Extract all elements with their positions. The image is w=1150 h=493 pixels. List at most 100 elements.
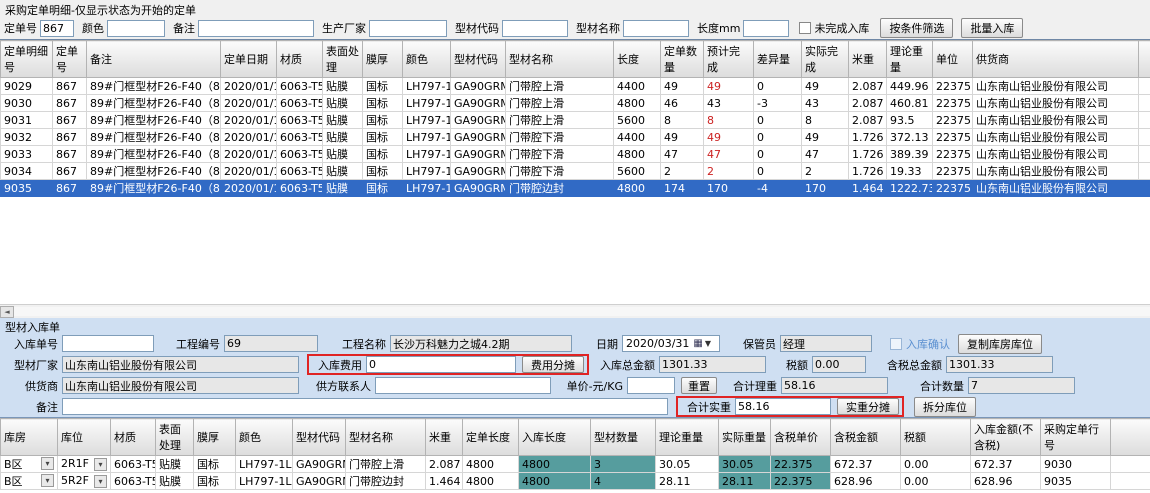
inbound-row-cell[interactable]: B区▾: [1, 456, 58, 473]
order-row-cell[interactable]: 4800: [614, 95, 661, 112]
order-row-cell[interactable]: 国标: [363, 95, 403, 112]
order-row-cell[interactable]: 1.726: [849, 163, 887, 180]
inbound-row-cell[interactable]: 30.05: [656, 456, 719, 473]
order-row-cell[interactable]: 9032: [1, 129, 53, 146]
order-row-cell[interactable]: 49: [661, 129, 704, 146]
order-row-cell[interactable]: 贴膜: [323, 180, 363, 197]
order-row-cell[interactable]: 8: [802, 112, 849, 129]
inbound-row[interactable]: B区▾2R1F▾6063-T5贴膜国标LH797-1LL0GA90GRM03门带…: [1, 456, 1150, 473]
order-row-cell[interactable]: 0: [754, 112, 802, 129]
order-row-cell[interactable]: 22375: [933, 95, 973, 112]
order-row-cell[interactable]: 2.087: [849, 95, 887, 112]
length-input[interactable]: [743, 20, 789, 37]
order-row-cell[interactable]: 22375: [933, 112, 973, 129]
dropdown-icon[interactable]: ▾: [41, 457, 54, 470]
reset-button[interactable]: 重置: [681, 377, 717, 394]
inbound-row-cell[interactable]: 2R1F▾: [58, 456, 111, 473]
project-name-input[interactable]: [390, 335, 572, 352]
order-row-cell[interactable]: 门带腔下滑: [506, 146, 614, 163]
inbound-row-cell[interactable]: 628.96: [831, 473, 901, 490]
unfinished-checkbox[interactable]: [799, 22, 811, 34]
profile-code-input[interactable]: [502, 20, 568, 37]
inbound-row-cell[interactable]: GA90GRM05: [293, 473, 346, 490]
order-row-cell[interactable]: LH797-1LL0: [403, 112, 451, 129]
total-with-tax-input[interactable]: [946, 356, 1053, 373]
order-row-cell[interactable]: 49: [802, 129, 849, 146]
order-row-cell[interactable]: 49: [802, 78, 849, 95]
order-row-cell[interactable]: 门带腔上滑: [506, 95, 614, 112]
dropdown-icon[interactable]: ▾: [94, 475, 107, 488]
total-qty-input[interactable]: [968, 377, 1075, 394]
inbound-row-cell[interactable]: 4800: [463, 473, 519, 490]
order-row-cell[interactable]: 6063-T5: [277, 95, 323, 112]
order-row-cell[interactable]: GA90GRM04: [451, 146, 506, 163]
inbound-row-cell[interactable]: 672.37: [831, 456, 901, 473]
order-row-cell[interactable]: 1222.73: [887, 180, 933, 197]
inbound-row-cell[interactable]: 30.05: [719, 456, 771, 473]
order-row-cell[interactable]: LH797-1LL0: [403, 129, 451, 146]
order-row-cell[interactable]: 174: [661, 180, 704, 197]
inbound-row-cell[interactable]: 22.375: [771, 456, 831, 473]
inbound-row-cell[interactable]: LH797-1LL0: [236, 456, 293, 473]
inbound-row-cell[interactable]: 2.087: [426, 456, 463, 473]
order-row-cell[interactable]: GA90GRM03: [451, 112, 506, 129]
order-row-cell[interactable]: 5600: [614, 112, 661, 129]
unit-price-input[interactable]: [627, 377, 675, 394]
inbound-row-cell[interactable]: 门带腔上滑: [346, 456, 426, 473]
order-row-cell[interactable]: 170: [802, 180, 849, 197]
inbound-row-cell[interactable]: 6063-T5: [111, 473, 156, 490]
order-row[interactable]: 903086789#门框型材F26-F40（866+867）2020/01/13…: [1, 95, 1150, 112]
order-row-cell[interactable]: 389.39: [887, 146, 933, 163]
order-row-cell[interactable]: 89#门框型材F26-F40（866+867）: [87, 95, 221, 112]
order-row[interactable]: 903286789#门框型材F26-F40（866+867）2020/01/13…: [1, 129, 1150, 146]
order-row-cell[interactable]: 89#门框型材F26-F40（866+867）: [87, 146, 221, 163]
order-row-cell[interactable]: 9033: [1, 146, 53, 163]
scroll-left-icon[interactable]: ◄: [0, 306, 14, 318]
order-row-cell[interactable]: 8: [661, 112, 704, 129]
order-row-cell[interactable]: 9029: [1, 78, 53, 95]
order-row-cell[interactable]: 0: [754, 146, 802, 163]
order-row-cell[interactable]: 43: [802, 95, 849, 112]
order-row-cell[interactable]: 2020/01/13: [221, 163, 277, 180]
order-row-cell[interactable]: 门带腔下滑: [506, 163, 614, 180]
order-row[interactable]: 903586789#门框型材F26-F40（866+867）2020/01/13…: [1, 180, 1150, 197]
order-row-cell[interactable]: 1.464: [849, 180, 887, 197]
order-row-cell[interactable]: 89#门框型材F26-F40（866+867）: [87, 129, 221, 146]
order-row-cell[interactable]: GA90GRM04: [451, 129, 506, 146]
order-row-cell[interactable]: 867: [53, 129, 87, 146]
order-row-cell[interactable]: 867: [53, 163, 87, 180]
order-row-cell[interactable]: 山东南山铝业股份有限公司: [973, 146, 1139, 163]
order-row-cell[interactable]: 89#门框型材F26-F40（866+867）: [87, 163, 221, 180]
order-row-cell[interactable]: 贴膜: [323, 95, 363, 112]
order-row-cell[interactable]: LH797-1LL0: [403, 163, 451, 180]
order-row-cell[interactable]: 山东南山铝业股份有限公司: [973, 129, 1139, 146]
order-row-cell[interactable]: 门带腔下滑: [506, 129, 614, 146]
order-row-cell[interactable]: 4800: [614, 180, 661, 197]
order-row-cell[interactable]: GA90GRM03: [451, 95, 506, 112]
order-row-cell[interactable]: 22375: [933, 163, 973, 180]
inbound-row-cell[interactable]: 5R2F▾: [58, 473, 111, 490]
actual-weight-share-button[interactable]: 实重分摊: [837, 398, 899, 415]
order-row-cell[interactable]: 2020/01/13: [221, 180, 277, 197]
note-input[interactable]: [62, 398, 668, 415]
inbound-row-cell[interactable]: 国标: [194, 473, 236, 490]
order-row-cell[interactable]: 22375: [933, 78, 973, 95]
inbound-row-cell[interactable]: B区▾: [1, 473, 58, 490]
inbound-row-cell[interactable]: 28.11: [719, 473, 771, 490]
inbound-row-cell[interactable]: 4800: [463, 456, 519, 473]
date-picker[interactable]: 2020/03/31 ▦ ▼: [622, 335, 720, 352]
copy-warehouse-button[interactable]: 复制库房库位: [958, 334, 1042, 354]
inbound-row-cell[interactable]: GA90GRM03: [293, 456, 346, 473]
order-row-cell[interactable]: LH797-1LL0: [403, 95, 451, 112]
profile-name-input[interactable]: [623, 20, 689, 37]
order-row-cell[interactable]: 4800: [614, 146, 661, 163]
order-row-cell[interactable]: 国标: [363, 129, 403, 146]
total-theory-weight-input[interactable]: [781, 377, 888, 394]
chevron-down-icon[interactable]: ▼: [705, 339, 711, 348]
order-row-cell[interactable]: 43: [704, 95, 754, 112]
order-row-cell[interactable]: 46: [661, 95, 704, 112]
factory-input[interactable]: [62, 356, 299, 373]
inbound-row-cell[interactable]: 9035: [1041, 473, 1111, 490]
order-row-cell[interactable]: 2020/01/13: [221, 129, 277, 146]
order-row-cell[interactable]: 47: [704, 146, 754, 163]
